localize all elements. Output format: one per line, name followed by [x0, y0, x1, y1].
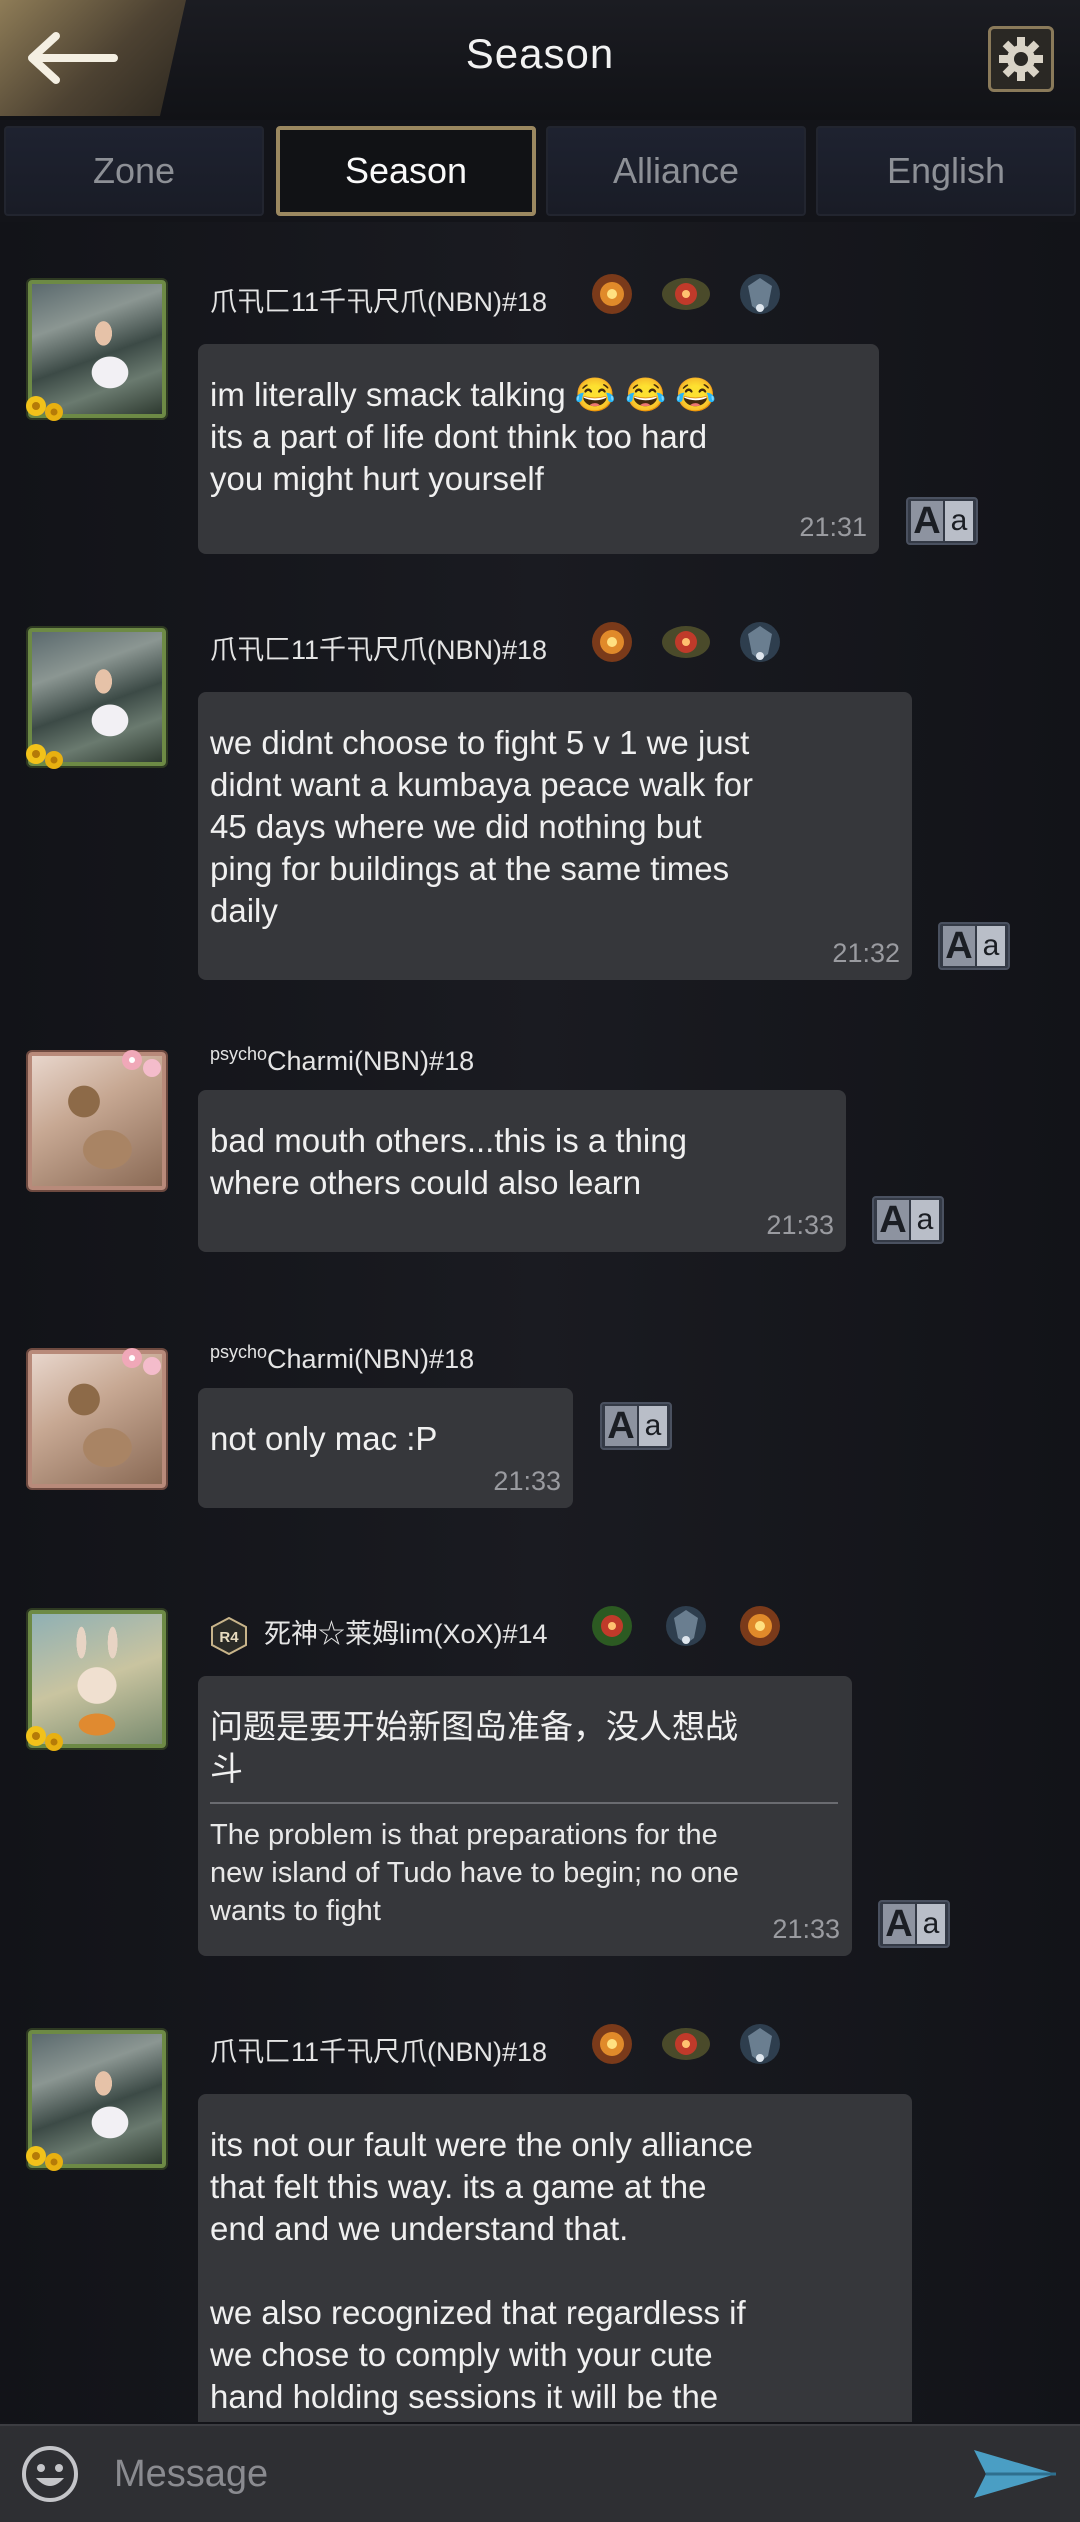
blossom-frame-icon	[122, 1050, 161, 1077]
fire-crest-badge-icon	[592, 274, 632, 314]
sender-name-text: 死神☆莱姆lim(XoX)#14	[264, 1619, 548, 1649]
translate-button[interactable]: Aa	[938, 922, 1010, 970]
tab-season-label: Season	[344, 150, 468, 191]
message-time: 21:31	[799, 512, 867, 542]
translation-divider	[210, 1802, 838, 1804]
translate-button[interactable]: Aa	[872, 1196, 944, 1244]
translate-icon-big: A	[943, 926, 975, 966]
gear-icon	[999, 37, 1043, 81]
message-time: 21:33	[493, 1466, 561, 1496]
composer-bar	[0, 2424, 1080, 2522]
message-bubble[interactable]: 问题是要开始新图岛准备，没人想战 斗 The problem is that p…	[198, 1676, 852, 1956]
translate-icon-big: A	[877, 1200, 909, 1240]
translate-icon-big: A	[883, 1904, 915, 1944]
wolf-crest-badge-icon	[740, 274, 780, 314]
blossom-frame-icon	[122, 1348, 161, 1375]
message-text: im literally smack talking 😂 😂 😂 its a p…	[210, 376, 717, 497]
tab-zone[interactable]: Zone	[4, 126, 264, 216]
translation-text: The problem is that preparations for the…	[210, 1819, 739, 1927]
message-text: bad mouth others...this is a thing where…	[210, 1122, 687, 1201]
tab-alliance[interactable]: Alliance	[546, 126, 806, 216]
translate-icon-small: a	[917, 1904, 945, 1944]
chat-list[interactable]: 爪卂匚11千卂尺爪(NBN)#18 im literally smack tal…	[0, 222, 1080, 2422]
translate-icon-big: A	[605, 1406, 637, 1446]
translate-icon-small: a	[639, 1406, 667, 1446]
message-text: 问题是要开始新图岛准备，没人想战 斗	[210, 1708, 738, 1787]
avatar[interactable]	[26, 1610, 166, 1751]
channel-tabs: Zone Season Alliance English	[0, 122, 1080, 220]
sender-name-text: Charmi(NBN)#18	[267, 1046, 475, 1076]
translate-button[interactable]: Aa	[906, 497, 978, 545]
clover-crest-badge-icon	[592, 1606, 632, 1646]
sender-name: psychoCharmi(NBN)#18	[210, 1342, 474, 1375]
tab-english-label: English	[886, 150, 1006, 191]
shield-crest-badge-icon	[662, 2028, 710, 2060]
flower-frame-icon	[26, 1726, 63, 1751]
avatar[interactable]	[28, 1050, 166, 1190]
sender-prefix: psycho	[210, 1044, 268, 1064]
fire-crest-badge-icon	[592, 622, 632, 662]
page-title: Season	[465, 30, 615, 77]
flower-frame-icon	[26, 744, 63, 769]
message-text: not only mac :P	[210, 1420, 438, 1457]
sender-prefix: psycho	[210, 1342, 268, 1362]
message-text: its not our fault were the only alliance…	[210, 2126, 753, 2415]
shield-crest-badge-icon	[662, 626, 710, 658]
tab-zone-label: Zone	[92, 150, 176, 191]
translate-icon-big: A	[911, 501, 943, 541]
message-bubble[interactable]: not only mac :P 21:33	[198, 1388, 573, 1508]
sender-name: 爪卂匚11千卂尺爪(NBN)#18	[210, 287, 548, 317]
settings-button[interactable]	[988, 26, 1054, 92]
tab-english[interactable]: English	[816, 126, 1076, 216]
message-bubble[interactable]: its not our fault were the only alliance…	[198, 2094, 912, 2422]
send-icon[interactable]	[970, 2446, 1060, 2502]
wolf-crest-badge-icon	[740, 2024, 780, 2064]
emoji-icon[interactable]	[20, 2444, 80, 2504]
avatar[interactable]	[26, 2030, 166, 2171]
translate-button[interactable]: Aa	[878, 1900, 950, 1948]
avatar[interactable]	[28, 1348, 166, 1488]
message-bubble[interactable]: im literally smack talking 😂 😂 😂 its a p…	[198, 344, 879, 554]
sender-name: 爪卂匚11千卂尺爪(NBN)#18	[210, 2037, 548, 2067]
badge-row	[586, 2018, 786, 2070]
badge-row	[586, 616, 786, 668]
flower-frame-icon	[26, 396, 63, 421]
badge-row	[586, 268, 786, 320]
translate-icon-small: a	[911, 1200, 939, 1240]
sender-name: 爪卂匚11千卂尺爪(NBN)#18	[210, 635, 548, 665]
sender-name-text: Charmi(NBN)#18	[267, 1344, 475, 1374]
wolf-crest-badge-icon	[740, 622, 780, 662]
badge-row	[586, 1600, 786, 1652]
fire-crest-badge-icon	[740, 1606, 780, 1646]
wolf-crest-badge-icon	[666, 1606, 706, 1646]
sender-name: psychoCharmi(NBN)#18	[210, 1044, 474, 1077]
header-bar: Season	[0, 0, 1080, 120]
message-time: 21:32	[832, 938, 900, 968]
tab-season[interactable]: Season	[276, 126, 536, 216]
tab-alliance-label: Alliance	[612, 150, 740, 191]
avatar[interactable]	[26, 628, 166, 769]
rank-badge-icon: R4	[211, 1616, 247, 1655]
message-text: we didnt choose to fight 5 v 1 we just d…	[210, 724, 753, 929]
avatar[interactable]	[26, 280, 166, 421]
svg-text:R4: R4	[219, 1629, 239, 1646]
translate-icon-small: a	[977, 926, 1005, 966]
message-bubble[interactable]: bad mouth others...this is a thing where…	[198, 1090, 846, 1252]
message-time: 21:33	[772, 1914, 840, 1944]
fire-crest-badge-icon	[592, 2024, 632, 2064]
sender-name: R4 死神☆莱姆lim(XoX)#14	[210, 1612, 548, 1655]
translate-button[interactable]: Aa	[600, 1402, 672, 1450]
message-input[interactable]	[96, 2440, 972, 2508]
translate-icon-small: a	[945, 501, 973, 541]
message-time: 21:33	[766, 1210, 834, 1240]
shield-crest-badge-icon	[662, 278, 710, 310]
message-bubble[interactable]: we didnt choose to fight 5 v 1 we just d…	[198, 692, 912, 980]
flower-frame-icon	[26, 2146, 63, 2171]
